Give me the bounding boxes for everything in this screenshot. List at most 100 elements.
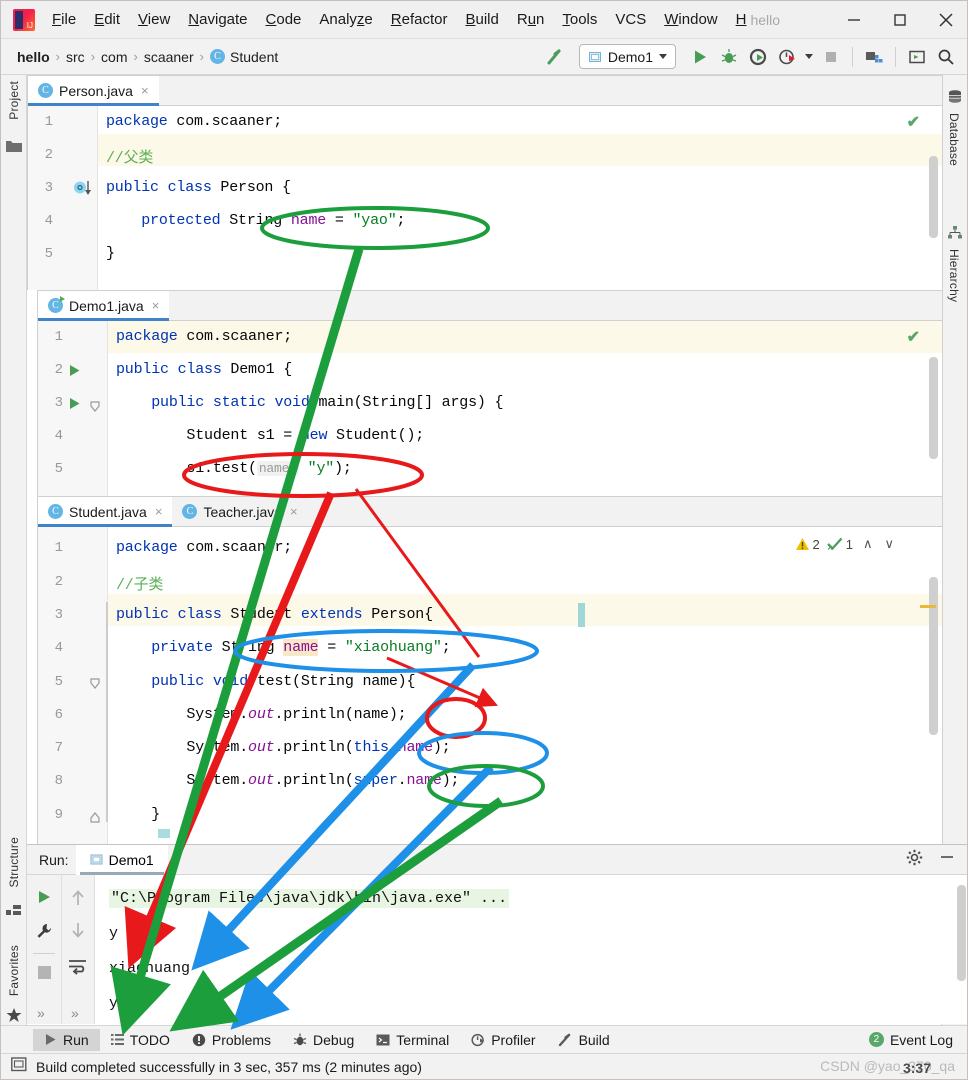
close-icon[interactable]: × [290,504,298,519]
status-info-icon[interactable] [11,1056,27,1077]
close-icon[interactable]: × [141,83,149,98]
error-stripe-marker[interactable] [920,605,936,608]
minimize-icon[interactable] [831,1,877,39]
run-with-coverage-icon[interactable] [747,46,769,68]
tool-button-problems[interactable]: Problems [181,1029,282,1051]
menu-file[interactable]: File [43,8,85,31]
profile-icon[interactable] [776,46,798,68]
gear-icon[interactable] [906,849,923,871]
menu-refactor[interactable]: Refactor [382,8,457,31]
next-highlight-icon[interactable]: ∨ [884,536,894,552]
up-arrow-icon[interactable] [70,889,86,912]
code-lines[interactable]: package com.scaaner; public class Demo1 … [108,321,942,496]
tab-student-java[interactable]: C Student.java × [38,497,173,527]
menu-run[interactable]: Run [508,8,554,31]
code-lines[interactable]: package com.scaaner; //父类 public class P… [98,106,942,290]
console-scrollbar[interactable] [957,885,966,981]
sidebar-item-project[interactable]: Project [7,81,21,120]
tool-button-profiler[interactable]: Profiler [460,1029,546,1051]
menu-window[interactable]: Window [655,8,726,31]
project-structure-icon[interactable] [863,46,885,68]
menu-navigate[interactable]: Navigate [179,8,256,31]
tab-demo1-java[interactable]: C Demo1.java × [38,291,170,321]
close-icon[interactable]: × [152,298,160,313]
expand-right-icon[interactable]: » [71,1005,79,1021]
build-hammer-icon[interactable] [544,46,566,68]
down-arrow-icon[interactable] [70,921,86,944]
chevron-down-icon[interactable] [805,54,813,59]
tool-button-debug[interactable]: Debug [282,1029,365,1051]
run-gutter-icon[interactable] [68,364,81,382]
close-icon[interactable]: × [155,504,163,519]
soft-wrap-icon[interactable] [68,959,88,980]
menu-view[interactable]: View [129,8,179,31]
inspection-ok-icon[interactable]: ✔ [907,327,920,347]
editor-gutter[interactable]: 1 2 3 4 5 6 7 8 9 [38,527,108,844]
run-config-icon [588,51,601,62]
tab-teacher-java[interactable]: C Teacher.java × [172,497,308,526]
tool-button-todo[interactable]: TODO [100,1029,181,1051]
sidebar-item-hierarchy[interactable]: Hierarchy [947,249,961,302]
sidebar-item-database[interactable]: Database [947,113,961,166]
close-icon[interactable] [923,1,967,39]
menu-help[interactable]: H [727,8,749,31]
editor-scrollbar[interactable] [929,156,938,238]
menu-code[interactable]: Code [257,8,311,31]
hierarchy-icon[interactable] [947,225,963,241]
left-tool-strip: Project Structure Favorites [1,75,27,1034]
tab-person-java[interactable]: C Person.java × [28,76,159,106]
star-icon[interactable] [6,1007,22,1023]
prev-highlight-icon[interactable]: ∧ [863,536,873,552]
database-icon[interactable] [947,89,963,105]
editor-scrollbar[interactable] [929,357,938,459]
stop-icon [37,965,52,985]
run-configuration-selector[interactable]: Demo1 [578,44,676,69]
code-fold-icon[interactable] [90,810,101,828]
folder-icon[interactable] [6,139,22,155]
breadcrumb-src[interactable]: src [66,49,85,65]
inspection-ok-icon[interactable]: ✔ [907,112,920,132]
override-marker-icon[interactable] [74,180,94,201]
maximize-icon[interactable] [877,1,923,39]
run-icon[interactable] [689,46,711,68]
breadcrumb-hello[interactable]: hello [17,49,50,65]
breadcrumb-com[interactable]: com [101,49,127,65]
code-lines[interactable]: package com.scaaner; //子类 public class S… [108,527,942,844]
code-area[interactable]: 1 2 3 4 5 package com.scaaner; public cl… [38,321,942,496]
inspection-widget[interactable]: 2 1 ∧ ∨ [795,536,894,552]
terminal-icon[interactable] [906,46,928,68]
line-number: 4 [54,428,63,444]
code-area[interactable]: 1 2 3 4 5 package com.scaaner; //父类 publ… [28,106,942,290]
menu-vcs[interactable]: VCS [606,8,655,31]
breadcrumb-student[interactable]: Student [230,49,278,65]
tool-button-build[interactable]: Build [547,1029,621,1051]
code-fold-icon[interactable] [90,677,101,695]
menu-analyze[interactable]: Analyze [310,8,381,31]
menu-edit[interactable]: Edit [85,8,129,31]
console-output[interactable]: "C:\Program Files\java\jdk\bin\java.exe"… [95,875,967,1024]
minimize-icon[interactable] [939,849,955,870]
editor-gutter[interactable]: 1 2 3 4 5 [28,106,98,290]
tool-button-event-log[interactable]: 2 Event Log [858,1029,967,1051]
editor-scrollbar[interactable] [929,577,938,735]
tool-button-run[interactable]: Run [33,1028,100,1051]
code-fold-icon[interactable] [90,400,101,418]
tool-button-terminal[interactable]: Terminal [365,1029,460,1051]
search-icon[interactable] [935,46,957,68]
menu-tools[interactable]: Tools [553,8,606,31]
terminal-icon [376,1034,390,1045]
menu-build[interactable]: Build [456,8,507,31]
chevron-down-icon[interactable] [659,54,667,59]
sidebar-item-structure[interactable]: Structure [7,837,21,888]
code-area[interactable]: 1 2 3 4 5 6 7 8 9 package com.scaaner; /… [38,527,942,844]
rerun-icon[interactable] [36,889,52,910]
editor-gutter[interactable]: 1 2 3 4 5 [38,321,108,496]
run-gutter-icon[interactable] [68,397,81,415]
expand-left-icon[interactable]: » [37,1005,45,1021]
wrench-icon[interactable] [36,923,52,944]
debug-icon[interactable] [718,46,740,68]
run-tab-demo1[interactable]: Demo1 [75,844,168,875]
breadcrumb-scaaner[interactable]: scaaner [144,49,194,65]
sidebar-item-favorites[interactable]: Favorites [7,945,21,996]
structure-icon[interactable] [6,903,22,919]
